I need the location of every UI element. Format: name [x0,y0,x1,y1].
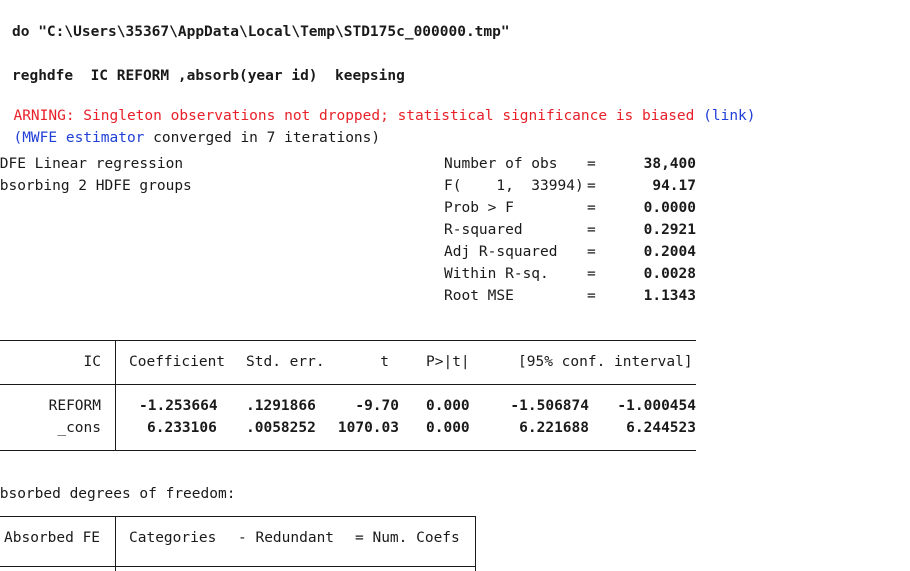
row-ci-high: -1.000454 [617,398,696,414]
stat-label-nobs: Number of obs [444,156,558,172]
stat-label-f: F( 1, 33994) [444,178,584,194]
row-ci-low: 6.221688 [519,420,589,436]
absorbed-header-categories: Categories [129,530,217,546]
stat-value-within: 0.0028 [643,266,696,282]
row-ci-low: -1.506874 [510,398,589,414]
table-bottom-rule [0,450,696,451]
row-t: 1070.03 [337,420,399,436]
col-header-t: t [380,354,389,370]
table-header-rule [0,384,696,385]
stat-label-r2: R-squared [444,222,523,238]
stat-label-adjr2: Adj R-squared [444,244,558,260]
stat-eq-f: = [587,178,596,194]
mwfe-estimator-link[interactable]: (MWFE estimator [13,130,144,146]
row-se: .1291866 [246,398,316,414]
stat-eq-rmse: = [587,288,596,304]
table-top-rule [0,340,696,341]
row-coef: 6.233106 [147,420,217,436]
absorbed-df-title: Absorbed degrees of freedom: [0,486,236,502]
row-t: -9.70 [355,398,399,414]
row-se: .0058252 [246,420,316,436]
mwfe-converged-text: converged in 7 iterations) [144,130,381,146]
row-var-name: _cons [57,420,101,436]
model-title: HDFE Linear regression [0,156,184,172]
col-header-se: Std. err. [246,354,325,370]
col-header-ci: [95% conf. interval] [518,354,693,370]
stat-value-nobs: 38,400 [643,156,696,172]
row-var-name: REFORM [48,398,101,414]
absorbed-table-top-rule [0,516,476,517]
stat-value-r2: 0.2921 [643,222,696,238]
table-separator [115,340,116,451]
col-header-coef: Coefficient [129,354,226,370]
stat-eq-within: = [587,266,596,282]
mwfe-line: (MWFE estimator converged in 7 iteration… [0,111,380,147]
stat-eq-adjr2: = [587,244,596,260]
stat-eq-r2: = [587,222,596,238]
stat-label-rmse: Root MSE [444,288,514,304]
row-p: 0.000 [426,420,470,436]
absorbing-groups-text: Absorbing 2 HDFE groups [0,178,192,194]
do-command-line: do "C:\Users\35367\AppData\Local\Temp\ST… [12,24,510,40]
col-header-p: P>|t| [426,354,470,370]
absorbed-table-header-rule [0,566,476,567]
depvar-label: IC [83,354,101,370]
warning-help-link[interactable]: (link) [703,108,755,124]
absorbed-table-separator [115,516,116,571]
stat-eq-nobs: = [587,156,596,172]
row-ci-high: 6.244523 [626,420,696,436]
stat-eq-probf: = [587,200,596,216]
reghdfe-command-line: reghdfe IC REFORM ,absorb(year id) keeps… [12,68,405,84]
stat-value-adjr2: 0.2004 [643,244,696,260]
absorbed-header-coefs: = Num. Coefs [355,530,460,546]
stat-value-f: 94.17 [652,178,696,194]
absorbed-header-fe: Absorbed FE [4,530,101,546]
stat-value-rmse: 1.1343 [643,288,696,304]
absorbed-header-redundant: - Redundant [238,530,335,546]
stat-value-probf: 0.0000 [643,200,696,216]
stat-label-probf: Prob > F [444,200,514,216]
row-coef: -1.253664 [139,398,218,414]
row-p: 0.000 [426,398,470,414]
absorbed-table-right-border [475,516,476,571]
stat-label-within: Within R-sq. [444,266,549,282]
